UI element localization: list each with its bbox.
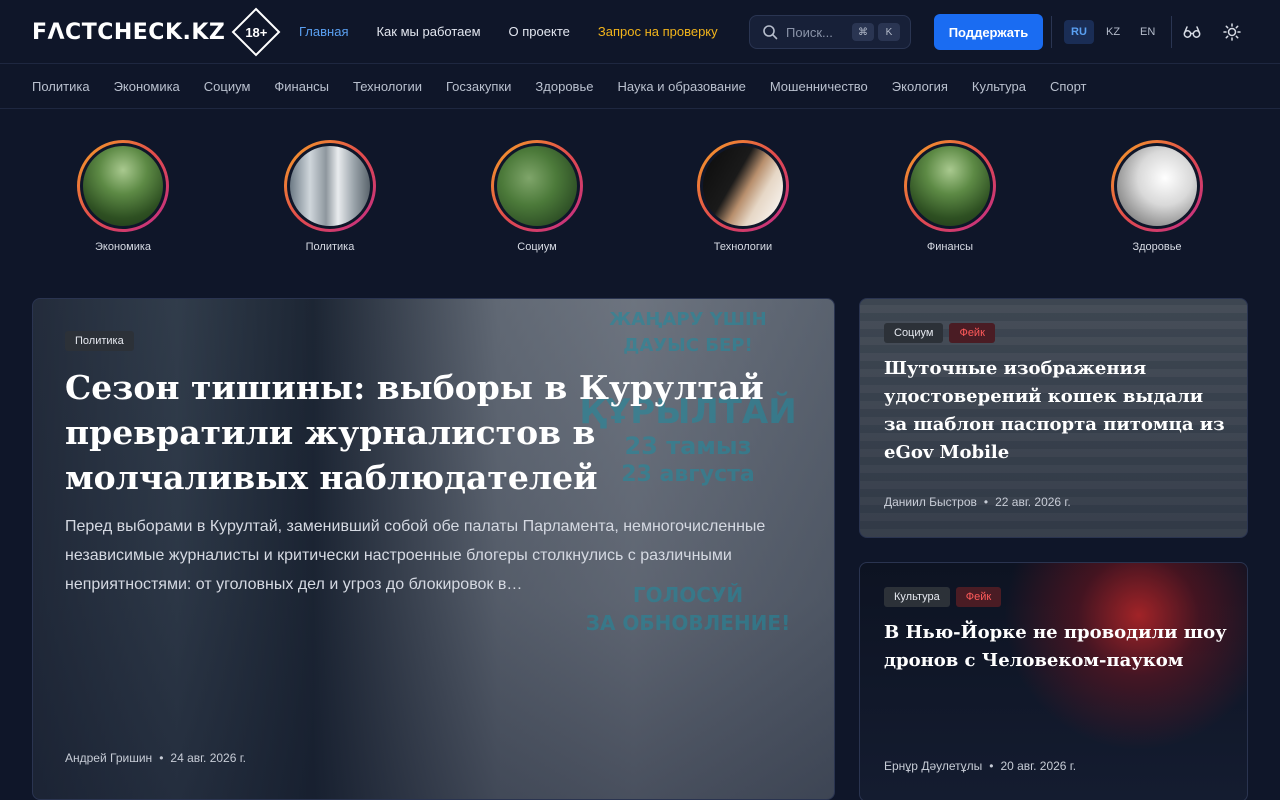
article-title[interactable]: В Нью-Йорке не проводили шоу дронов с Че… [884,619,1229,675]
category-nav: Политика Экономика Социум Финансы Технол… [0,64,1280,109]
story-label: Политика [305,241,355,253]
fake-verdict-badge: Фейк [955,587,1002,607]
banner-line: ДАУЫС БЕР! [623,335,753,356]
nav-request-check[interactable]: Запрос на проверку [598,22,718,42]
story-label: Технологии [713,241,773,253]
nav-how-we-work[interactable]: Как мы работаем [376,22,480,42]
search-box[interactable]: Поиск... ⌘ K [749,15,911,49]
article-card[interactable]: Социум Фейк Шуточные изображения удостове… [859,298,1248,538]
search-icon [763,25,778,40]
category-finance[interactable]: Финансы [274,79,329,94]
article-tags: Социум Фейк [884,323,1001,343]
story-thumbnail [910,146,990,226]
story-label: Финансы [926,241,974,253]
nav-about[interactable]: О проекте [509,22,570,42]
category-health[interactable]: Здоровье [535,79,593,94]
featured-article-lead: Перед выборами в Курултай, заменивший со… [65,518,766,593]
article-card[interactable]: Культура Фейк В Нью-Йорке не проводили шо… [859,562,1248,800]
article-meta: Даниил Быстров • 22 авг. 2026 г. [884,495,1071,509]
story-label: Экономика [94,241,152,253]
theme-sun-icon[interactable] [1222,22,1242,42]
article-date: 24 авг. 2026 г. [170,751,246,765]
age-rating-badge: 18+ [231,7,281,57]
banner-line: ЗА ОБНОВЛЕНИЕ! [585,611,791,635]
fake-verdict-badge: Фейк [949,323,995,343]
story-thumbnail [290,146,370,226]
category-fraud[interactable]: Мошенничество [770,79,868,94]
article-meta: Андрей Гришин • 24 авг. 2026 г. [65,751,246,765]
search-placeholder: Поиск... [786,24,833,40]
category-culture[interactable]: Культура [972,79,1026,94]
story-item[interactable]: Политика [270,140,390,253]
story-item[interactable]: Экономика [63,140,183,253]
main-nav: Главная Как мы работаем О проекте Запрос… [299,22,718,42]
category-tag[interactable]: Политика [65,331,134,351]
shortcut-k-key: K [878,23,900,41]
logo-text: FΛCTCHECK.KZ [32,19,226,45]
accessibility-glasses-icon[interactable] [1182,22,1202,42]
category-technology[interactable]: Технологии [353,79,422,94]
story-thumbnail [703,146,783,226]
article-author[interactable]: Андрей Гришин [65,751,152,765]
featured-article-title[interactable]: Сезон тишины: выборы в Курултай преврати… [65,365,805,500]
category-sport[interactable]: Спорт [1050,79,1087,94]
article-author[interactable]: Даниил Быстров [884,495,977,509]
top-header: FΛCTCHECK.KZ 18+ Главная Как мы работаем… [0,0,1280,64]
divider [1171,16,1172,48]
divider [1051,16,1052,48]
category-science-education[interactable]: Наука и образование [617,79,745,94]
support-button[interactable]: Поддержать [934,14,1043,50]
site-logo[interactable]: FΛCTCHECK.KZ 18+ [32,7,281,57]
age-rating-text: 18+ [245,24,268,40]
article-tags: Культура Фейк [884,587,1007,607]
story-thumbnail [497,146,577,226]
category-politics[interactable]: Политика [32,79,90,94]
featured-article-card[interactable]: ЖАҢАРУ ҮШІН ДАУЫС БЕР! ҚҰРЫЛТАЙ 23 тамыз… [32,298,835,800]
story-thumbnail [1117,146,1197,226]
article-title[interactable]: Шуточные изображения удостоверений кошек… [884,355,1229,467]
stories-row: Экономика Политика Социум Технологии Фин… [0,140,1280,260]
banner-line: ЖАҢАРУ ҮШІН [609,309,767,330]
article-author[interactable]: Ернұр Дәулетұлы [884,759,982,773]
category-tag[interactable]: Социум [884,323,944,343]
category-society[interactable]: Социум [204,79,251,94]
lang-kz[interactable]: KZ [1099,20,1127,44]
article-date: 22 авг. 2026 г. [995,495,1071,509]
story-item[interactable]: Технологии [683,140,803,253]
lang-ru[interactable]: RU [1064,20,1094,44]
category-procurement[interactable]: Госзакупки [446,79,511,94]
story-item[interactable]: Здоровье [1097,140,1217,253]
article-date: 20 авг. 2026 г. [1000,759,1077,773]
story-item[interactable]: Финансы [890,140,1010,253]
article-meta: Ернұр Дәулетұлы • 20 авг. 2026 г. [884,759,1077,773]
shortcut-cmd-key: ⌘ [852,23,874,41]
story-thumbnail [83,146,163,226]
nav-home[interactable]: Главная [299,22,348,42]
category-economy[interactable]: Экономика [114,79,180,94]
lang-en[interactable]: EN [1133,20,1162,44]
category-tag[interactable]: Культура [884,587,950,607]
story-label: Социум [517,241,557,253]
story-label: Здоровье [1132,241,1182,253]
story-item[interactable]: Социум [477,140,597,253]
category-ecology[interactable]: Экология [892,79,948,94]
